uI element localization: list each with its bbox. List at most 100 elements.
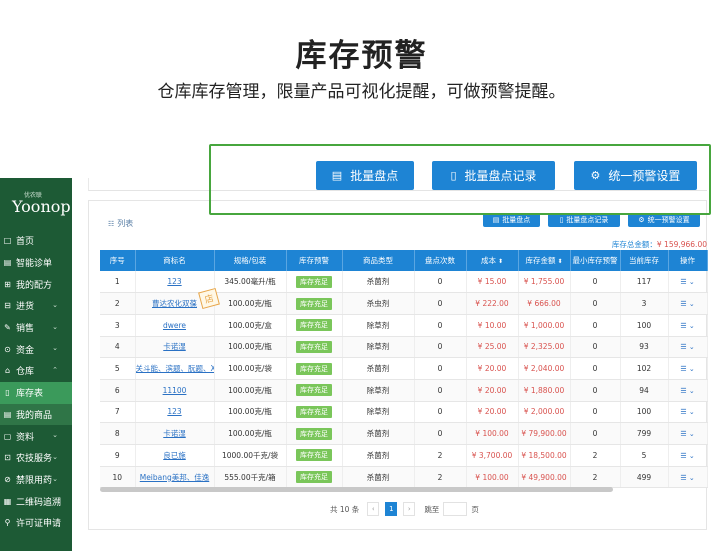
sort-icon[interactable]: ⬍: [498, 258, 503, 265]
cell-value: 0: [592, 320, 598, 330]
table-cell: 93: [620, 336, 669, 359]
row-actions-menu-icon[interactable]: ☰ ⌄: [680, 387, 694, 395]
table-cell: 102: [620, 357, 669, 380]
prev-page-button[interactable]: ‹: [367, 502, 380, 516]
goto-page-input[interactable]: [443, 502, 468, 516]
table-cell: 0: [570, 314, 621, 337]
product-name-link[interactable]: Meibang美邦、佳逸: [140, 473, 210, 482]
sidebar-item[interactable]: ✎ 销售 ⌄: [0, 317, 72, 339]
sidebar-item[interactable]: ⊙ 资金 ⌄: [0, 338, 72, 360]
table-cell: 除草剂: [342, 379, 415, 402]
chevron-icon: ⌄: [52, 301, 58, 310]
product-name-link[interactable]: 卡诺湿: [163, 429, 186, 438]
sidebar-item[interactable]: ⊡ 农技服务 ⌄: [0, 447, 72, 469]
cell-value: 117: [636, 277, 652, 287]
product-name-link[interactable]: 卡诺湿: [163, 342, 186, 351]
table-cell: 0: [570, 271, 621, 294]
logo-text: Yoonop: [12, 197, 71, 216]
cell-value: 2: [592, 472, 598, 482]
cell-value: ¥ 100.00: [475, 429, 509, 439]
table-cell: 117: [620, 271, 669, 294]
sidebar-item[interactable]: ▤ 智能诊单: [0, 252, 72, 274]
unified-warning-settings-button[interactable]: ⚙ 统一预警设置: [574, 161, 697, 190]
cell-value: 0: [437, 364, 443, 374]
sidebar-item[interactable]: ▤ 我的商品: [0, 403, 72, 426]
table-cell: 3: [100, 314, 136, 337]
product-name-link[interactable]: 11100: [163, 386, 187, 395]
sort-icon[interactable]: ⬍: [557, 258, 562, 265]
cell-value: ¥ 15.00: [477, 277, 507, 287]
sales-icon: ✎: [4, 323, 11, 333]
next-page-button[interactable]: ›: [403, 502, 416, 516]
column-header: 当前库存: [620, 250, 669, 271]
cell-value: 100.00克/瓶: [228, 429, 272, 439]
cell-value: ¥ 100.00: [475, 472, 509, 482]
sidebar-item[interactable]: □ 首页: [0, 230, 72, 252]
cell-value: 0: [437, 385, 443, 395]
page-1-button[interactable]: 1: [385, 502, 398, 516]
column-header: 操作: [668, 250, 708, 271]
table-cell: 100: [620, 314, 669, 337]
sidebar-item[interactable]: ⊞ 我的配方: [0, 273, 72, 295]
horizontal-scrollbar[interactable]: [100, 487, 613, 492]
table-cell: 0: [570, 379, 621, 402]
product-name-link[interactable]: 关斗能、滨题、朊题、X: [136, 364, 214, 373]
sidebar-item[interactable]: ⌂ 仓库 ⌃: [0, 360, 72, 382]
table-cell: 100.00克/瓶: [214, 336, 287, 359]
row-actions-menu-icon[interactable]: ☰ ⌄: [680, 474, 694, 482]
cell-value: 1: [114, 277, 120, 287]
product-name-link[interactable]: 123: [167, 407, 181, 416]
cell-value: 除草剂: [366, 342, 390, 352]
product-name-link[interactable]: 良已施: [163, 451, 186, 460]
list-heading-text: 列表: [117, 219, 134, 228]
sidebar-item[interactable]: ⚲ 许可证申请: [0, 512, 72, 534]
sidebar-item[interactable]: ⊟ 进货 ⌄: [0, 295, 72, 317]
table-cell: 杀菌剂: [342, 271, 415, 294]
cell-value: 0: [592, 385, 598, 395]
table-cell: ☰ ⌄: [668, 271, 708, 294]
table-row: 4 卡诺湿 100.00克/瓶 库存充足 除草剂 0 ¥ 25.00 ¥ 2,325.00 0 9…: [100, 336, 708, 359]
batch-inventory-records-small-button[interactable]: ▯ 批量盘点记录: [548, 213, 620, 227]
column-header[interactable]: 成本 ⬍: [466, 250, 519, 271]
goto-label: 跳至: [424, 504, 440, 514]
column-header[interactable]: 库存金额 ⬍: [518, 250, 571, 271]
product-name-link[interactable]: 曹达农化双葆: [152, 299, 197, 308]
row-actions-menu-icon[interactable]: ☰ ⌄: [680, 278, 694, 286]
row-actions-menu-icon[interactable]: ☰ ⌄: [680, 408, 694, 416]
product-name-link[interactable]: dwere: [163, 321, 186, 330]
batch-inventory-button[interactable]: ▤ 批量盘点: [316, 161, 414, 190]
sidebar-item[interactable]: ▦ 二维码追溯: [0, 490, 72, 512]
row-actions-menu-icon[interactable]: ☰ ⌄: [680, 300, 694, 308]
sidebar-item[interactable]: ▯ 库存表: [0, 381, 72, 404]
sidebar-item-label: 资料: [16, 432, 35, 443]
row-actions-menu-icon[interactable]: ☰ ⌄: [680, 430, 694, 438]
cell-value: 1000.00千克/袋: [221, 450, 279, 460]
formula-icon: ⊞: [4, 279, 11, 289]
column-header: 盘点次数: [414, 250, 467, 271]
row-actions-menu-icon[interactable]: ☰ ⌄: [680, 322, 694, 330]
money-icon: ⊙: [4, 344, 11, 354]
table-cell: ¥ 49,900.00: [518, 466, 571, 489]
product-name-link[interactable]: 123: [167, 277, 181, 286]
batch-inventory-records-button[interactable]: ▯ 批量盘点记录: [432, 161, 555, 190]
cell-value: 4: [114, 342, 120, 352]
table-cell: ¥ 100.00: [466, 422, 519, 445]
cell-value: ¥ 18,500.00: [521, 450, 567, 460]
sidebar-item[interactable]: ⊘ 禁限用药 ⌄: [0, 469, 72, 491]
column-header: 序号: [100, 250, 136, 271]
row-actions-menu-icon[interactable]: ☰ ⌄: [680, 343, 694, 351]
table-cell: ¥ 1,755.00: [518, 271, 571, 294]
sidebar-item[interactable]: ▢ 资料 ⌄: [0, 425, 72, 447]
sidebar-item-label: 销售: [16, 324, 35, 335]
batch-inventory-small-button[interactable]: ▤ 批量盘点: [483, 213, 540, 227]
row-actions-menu-icon[interactable]: ☰ ⌄: [680, 365, 694, 373]
unified-warning-settings-small-button[interactable]: ⚙ 统一预警设置: [628, 213, 700, 227]
cell-value: 0: [437, 407, 443, 417]
table-cell: ☰ ⌄: [668, 444, 708, 467]
warehouse-icon: ⌂: [4, 366, 11, 376]
table-cell: 2: [414, 466, 467, 489]
cell-value: 100.00克/盒: [228, 320, 272, 330]
table-cell: 库存充足: [286, 444, 343, 467]
row-actions-menu-icon[interactable]: ☰ ⌄: [680, 452, 694, 460]
document-icon: ▯: [450, 169, 457, 182]
